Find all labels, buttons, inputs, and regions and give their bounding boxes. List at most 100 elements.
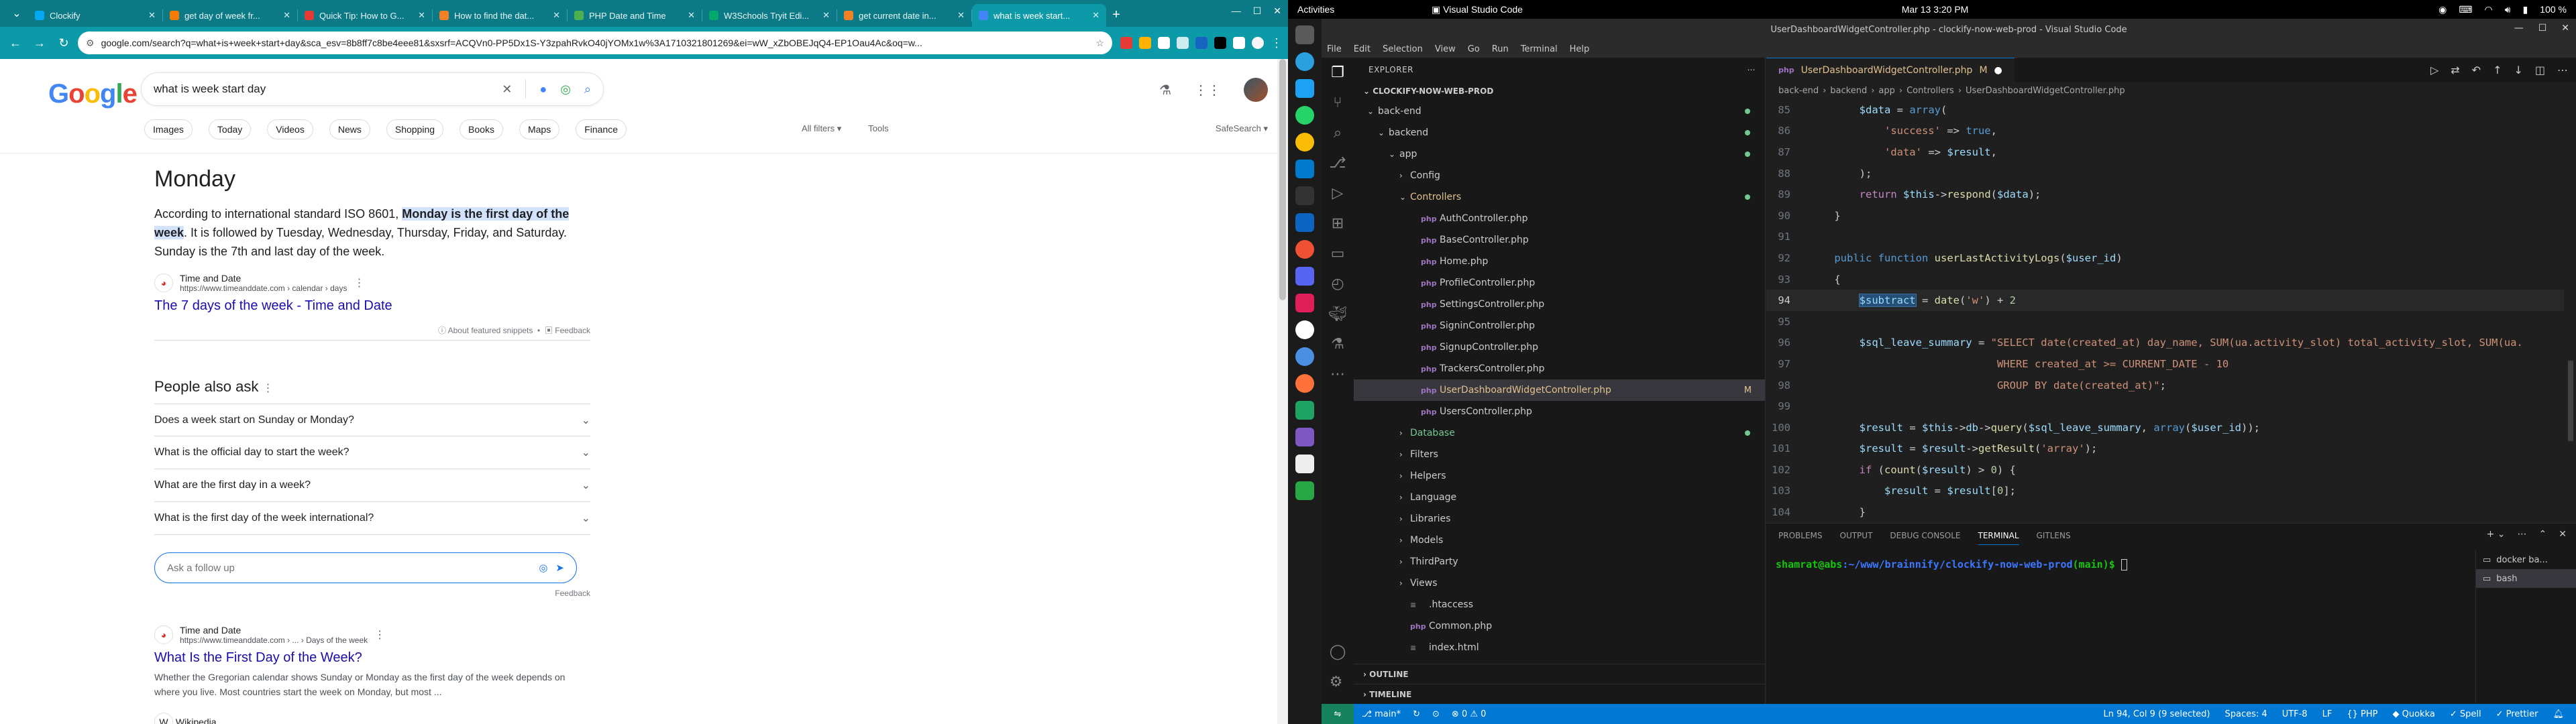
testing-icon[interactable]: ⚗	[1331, 336, 1344, 353]
tree-folder[interactable]: › Database	[1354, 422, 1765, 444]
tree-file[interactable]: php SignupController.php	[1354, 337, 1765, 358]
extension-icon[interactable]	[1177, 37, 1189, 49]
code-line[interactable]: 89 return $this->respond($data);	[1766, 184, 2576, 205]
about-snippets-link[interactable]: ⓘ About featured snippets	[438, 326, 533, 335]
code-line[interactable]: 91	[1766, 227, 2576, 248]
browser-tab[interactable]: PHP Date and Time ✕	[568, 4, 702, 27]
result-source[interactable]: ◕ Time and Date https://www.timeanddate.…	[154, 625, 590, 645]
dock-app-icon[interactable]	[1295, 428, 1314, 446]
breadcrumb-item[interactable]: app	[1878, 86, 1894, 96]
panel-tab-output[interactable]: OUTPUT	[1840, 531, 1873, 540]
menu-view[interactable]: View	[1435, 44, 1456, 54]
tree-folder[interactable]: › Libraries	[1354, 508, 1765, 530]
git-branch-status[interactable]: ⎇ main*	[1362, 709, 1401, 719]
menu-go[interactable]: Go	[1468, 44, 1480, 54]
follow-up-input[interactable]: Ask a follow up ◎ ➤	[154, 552, 577, 583]
breadcrumb-item[interactable]: UserDashboardWidgetController.php	[1966, 86, 2125, 96]
breadcrumb-item[interactable]: backend	[1830, 86, 1867, 96]
lens-icon[interactable]: ◎	[539, 562, 547, 574]
menu-selection[interactable]: Selection	[1383, 44, 1423, 54]
extension-icon[interactable]	[1139, 37, 1151, 49]
unsaved-dot-icon[interactable]: ●	[1994, 65, 2002, 76]
google-logo[interactable]: Google	[48, 79, 138, 109]
tree-folder[interactable]: › Views	[1354, 572, 1765, 594]
avatar[interactable]	[1244, 78, 1268, 102]
tree-folder[interactable]: › ThirdParty	[1354, 551, 1765, 572]
browser-tab[interactable]: How to find the dat... ✕	[433, 4, 567, 27]
close-panel-icon[interactable]: ✕	[2559, 529, 2567, 540]
dock-app-icon[interactable]	[1295, 347, 1314, 366]
compare-icon[interactable]: ⇄	[2451, 64, 2459, 76]
quokka-status[interactable]: ◆ Quokka	[2392, 709, 2434, 719]
feedback-link[interactable]: ▣ Feedback	[545, 326, 590, 335]
code-line[interactable]: 103 $result = $result[0];	[1766, 481, 2576, 502]
filter-chip-shopping[interactable]: Shopping	[386, 119, 444, 139]
profile-icon[interactable]	[1252, 37, 1264, 49]
dock-app-icon[interactable]	[1295, 213, 1314, 232]
browser-tab[interactable]: Quick Tip: How to G... ✕	[298, 4, 432, 27]
chrome-dock-icon[interactable]	[1295, 133, 1314, 152]
page-scrollbar[interactable]	[1277, 59, 1288, 724]
run-icon[interactable]: ▷	[2430, 64, 2438, 76]
code-line[interactable]: 85 $data = array(	[1766, 99, 2576, 121]
dock-app-icon[interactable]	[1295, 320, 1314, 339]
sync-icon[interactable]: ↻	[1413, 709, 1420, 719]
lens-icon[interactable]: ◎	[560, 82, 571, 97]
tree-file[interactable]: php Home.php	[1354, 251, 1765, 272]
panel-tab-gitlens[interactable]: GITLENS	[2037, 531, 2071, 540]
tree-file[interactable]: php BaseController.php	[1354, 229, 1765, 251]
filter-chip-videos[interactable]: Videos	[267, 119, 313, 139]
reload-icon[interactable]: ↻	[54, 33, 74, 53]
search-icon[interactable]: ⌕	[584, 82, 591, 97]
menu-terminal[interactable]: Terminal	[1521, 44, 1558, 54]
more-options-icon[interactable]: ⋮	[262, 383, 273, 394]
filter-chip-images[interactable]: Images	[144, 119, 193, 139]
code-line[interactable]: 92 public function userLastActivityLogs(…	[1766, 247, 2576, 269]
tree-file[interactable]: php UsersController.php	[1354, 401, 1765, 422]
tree-folder[interactable]: › Helpers	[1354, 465, 1765, 487]
dock-app-icon[interactable]	[1295, 267, 1314, 286]
code-line[interactable]: 95	[1766, 311, 2576, 333]
system-tray[interactable]: ◉ ⌨ ◠ 🔊︎ ▮ 100 %	[2438, 4, 2567, 15]
code-line[interactable]: 88 );	[1766, 163, 2576, 184]
tab-close-icon[interactable]: ✕	[822, 10, 830, 21]
tree-folder[interactable]: ⌄ back-end	[1354, 101, 1765, 122]
panel-tab-debug-console[interactable]: DEBUG CONSOLE	[1890, 531, 1960, 540]
tab-close-icon[interactable]: ✕	[553, 10, 560, 21]
more-options-icon[interactable]: ⋮	[374, 628, 385, 642]
dock-app-icon[interactable]	[1295, 52, 1314, 71]
code-line[interactable]: 99	[1766, 396, 2576, 417]
tree-folder[interactable]: › Models	[1354, 530, 1765, 551]
menu-run[interactable]: Run	[1492, 44, 1509, 54]
safesearch-button[interactable]: SafeSearch ▾	[1216, 123, 1268, 134]
maximize-icon[interactable]: ☐	[2538, 23, 2547, 34]
code-line[interactable]: 104 }	[1766, 501, 2576, 523]
mic-icon[interactable]: ●	[539, 82, 547, 97]
tree-file[interactable]: php SettingsController.php	[1354, 294, 1765, 315]
terminal-output[interactable]: shamrat@abs:~/www/brainnify/clockify-now…	[1776, 558, 2127, 570]
split-editor-icon[interactable]: ◫	[2535, 64, 2545, 76]
docker-icon[interactable]: 🐳︎	[1328, 306, 1347, 322]
problems-status[interactable]: ⊗ 0 ⚠ 0	[1452, 709, 1487, 719]
code-line[interactable]: 94 $subtract = date('w') + 2	[1766, 290, 2576, 311]
source-control-icon[interactable]: ⑂	[1333, 95, 1342, 111]
paa-question[interactable]: What are the first day in a week? ⌄	[154, 469, 590, 502]
history-icon[interactable]: ↶	[2472, 64, 2481, 76]
result-link[interactable]: The 7 days of the week - Time and Date	[154, 298, 590, 314]
terminal-instance[interactable]: ▭ docker ba...	[2476, 550, 2576, 569]
new-tab-button[interactable]: +	[1106, 7, 1126, 23]
panel-tab-terminal[interactable]: TERMINAL	[1978, 526, 2019, 545]
filter-chip-finance[interactable]: Finance	[576, 119, 627, 139]
tab-close-icon[interactable]: ✕	[148, 10, 156, 21]
activities-button[interactable]: Activities	[1297, 4, 1432, 15]
tree-folder[interactable]: › Language	[1354, 487, 1765, 508]
result-source[interactable]: ◕ Time and Date https://www.timeanddate.…	[154, 273, 590, 293]
tree-file[interactable]: php TrackersController.php	[1354, 358, 1765, 379]
panel-tab-problems[interactable]: PROBLEMS	[1778, 531, 1823, 540]
code-line[interactable]: 96 $sql_leave_summary = "SELECT date(cre…	[1766, 333, 2576, 354]
tab-search-icon[interactable]: ⌄	[5, 2, 28, 25]
settings-gear-icon[interactable]: ⚙	[1330, 674, 1346, 690]
menu-help[interactable]: Help	[1570, 44, 1590, 54]
tree-folder[interactable]: ⌄ app	[1354, 143, 1765, 165]
dock-app-icon[interactable]	[1295, 79, 1314, 98]
